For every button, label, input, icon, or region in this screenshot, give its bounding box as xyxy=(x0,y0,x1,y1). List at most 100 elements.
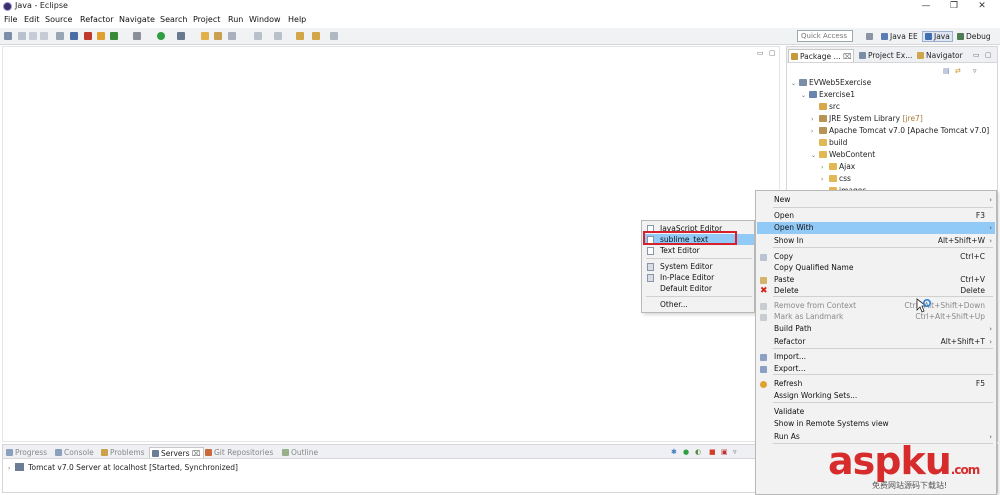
tree-item-apache-tomcat-v7-0-apache-tomcat-v7-0[interactable]: › Apache Tomcat v7.0 [Apache Tomcat v7.0] xyxy=(811,125,989,136)
forward-icon[interactable] xyxy=(312,32,320,40)
minimize-view-icon[interactable]: ▭ xyxy=(757,49,764,57)
server-profile-icon[interactable]: ◐ xyxy=(695,448,701,456)
minimize-view-icon[interactable]: ▭ xyxy=(973,51,980,59)
menu-edit[interactable]: Edit xyxy=(24,15,40,24)
tree-item-webcontent[interactable]: ⌄ WebContent xyxy=(811,149,875,160)
maximize-view-icon[interactable]: ▢ xyxy=(769,49,776,57)
menu-item-new[interactable]: New › xyxy=(757,194,995,206)
toggle-mark-icon[interactable] xyxy=(254,32,262,40)
server-debug-icon[interactable]: ✱ xyxy=(671,448,677,456)
maximize-view-icon[interactable]: ▢ xyxy=(985,51,992,59)
new-icon[interactable] xyxy=(4,32,12,40)
tree-item-exercise1[interactable]: ⌄ Exercise1 xyxy=(801,89,855,100)
menu-window[interactable]: Window xyxy=(249,15,281,24)
menu-item-copy-qualified-name[interactable]: Copy Qualified Name xyxy=(757,262,995,274)
submenu-item-default-editor[interactable]: Default Editor xyxy=(643,283,754,294)
menu-item-refactor[interactable]: Refactor Alt+Shift+T › xyxy=(757,336,995,348)
close-tab-icon[interactable]: ⌧ xyxy=(192,449,201,458)
tree-item-build[interactable]: build xyxy=(811,137,847,148)
menu-refactor[interactable]: Refactor xyxy=(80,15,114,24)
expand-icon[interactable]: › xyxy=(8,465,10,472)
tree-item-ajax[interactable]: › Ajax xyxy=(821,161,855,172)
submenu-item-text-editor[interactable]: Text Editor xyxy=(643,245,754,256)
search-icon[interactable] xyxy=(228,32,236,40)
menu-item-open-with[interactable]: Open With › xyxy=(757,222,995,234)
submenu-item-in-place-editor[interactable]: In-Place Editor xyxy=(643,272,754,283)
quick-access-input[interactable]: Quick Access xyxy=(797,30,853,42)
submenu-item-other[interactable]: Other... xyxy=(643,299,754,310)
menu-source[interactable]: Source xyxy=(45,15,72,24)
expanded-icon[interactable]: ⌄ xyxy=(791,78,799,89)
debug-icon[interactable] xyxy=(133,32,141,40)
tab-problems[interactable]: Problems xyxy=(101,447,145,458)
server-publish-icon[interactable]: ▣ xyxy=(721,448,728,456)
menu-item-build-path[interactable]: Build Path › xyxy=(757,323,995,335)
view-menu-icon[interactable]: ▿ xyxy=(733,448,737,456)
menu-run[interactable]: Run xyxy=(228,15,243,24)
tree-item-css[interactable]: › css xyxy=(821,173,851,184)
expanded-icon[interactable]: ⌄ xyxy=(811,150,819,161)
expanded-icon[interactable]: ⌄ xyxy=(801,90,809,101)
menu-item-show-in[interactable]: Show In Alt+Shift+W › xyxy=(757,235,995,247)
tab-project-explorer[interactable]: Project Ex... xyxy=(857,49,913,62)
menu-project[interactable]: Project xyxy=(193,15,220,24)
perspective-debug[interactable]: Debug xyxy=(955,31,993,42)
perspective-java-ee[interactable]: Java EE xyxy=(879,31,920,42)
pin-icon[interactable] xyxy=(330,32,338,40)
collapsed-icon[interactable]: › xyxy=(811,126,819,137)
back-icon[interactable] xyxy=(296,32,304,40)
build-icon[interactable] xyxy=(56,32,64,40)
tab-servers[interactable]: Servers ⌧ xyxy=(149,447,204,458)
collapsed-icon[interactable]: › xyxy=(821,174,829,185)
new-java-project-icon[interactable] xyxy=(97,32,105,40)
menu-item-validate[interactable]: Validate xyxy=(757,406,995,418)
open-task-icon[interactable] xyxy=(214,32,222,40)
menu-file[interactable]: File xyxy=(4,15,17,24)
collapsed-icon[interactable]: › xyxy=(821,162,829,173)
view-menu-icon[interactable]: ▿ xyxy=(973,67,977,75)
server-icon[interactable] xyxy=(70,32,78,40)
external-tools-icon[interactable] xyxy=(177,32,185,40)
close-button[interactable]: ✕ xyxy=(968,0,996,13)
open-type-icon[interactable] xyxy=(201,32,209,40)
tab-git-repositories[interactable]: Git Repositories xyxy=(205,447,273,458)
submenu-item-system-editor[interactable]: System Editor xyxy=(643,261,754,272)
next-annotation-icon[interactable] xyxy=(274,32,282,40)
server-stop-icon[interactable]: ■ xyxy=(709,448,716,456)
menu-item-assign-working-sets[interactable]: Assign Working Sets... xyxy=(757,390,995,402)
menu-item-import[interactable]: Import... xyxy=(757,351,995,363)
tab-package-explorer[interactable]: Package ... ⌧ xyxy=(788,49,854,62)
tree-item-evweb5exercise[interactable]: ⌄ EVWeb5Exercise xyxy=(791,77,871,88)
tree-item-label: WebContent xyxy=(829,150,876,159)
menu-item-show-in-remote-systems-view[interactable]: Show in Remote Systems view xyxy=(757,418,995,430)
tab-navigator[interactable]: Navigator xyxy=(915,49,967,62)
tab-console[interactable]: Console xyxy=(55,447,94,458)
tree-item-jre-system-library[interactable]: › JRE System Library [jre7] xyxy=(811,113,923,124)
menu-item-refresh[interactable]: Refresh F5 xyxy=(757,378,995,390)
new-package-icon[interactable] xyxy=(110,32,118,40)
server-row[interactable]: › Tomcat v7.0 Server at localhost [Start… xyxy=(8,462,238,473)
menu-navigate[interactable]: Navigate xyxy=(119,15,155,24)
tab-outline[interactable]: Outline xyxy=(282,447,318,458)
tab-progress[interactable]: Progress xyxy=(6,447,47,458)
link-editor-icon[interactable]: ⇄ xyxy=(955,67,961,75)
server-start-icon[interactable]: ● xyxy=(683,448,689,456)
menu-search[interactable]: Search xyxy=(160,15,187,24)
collapse-all-icon[interactable]: ▤ xyxy=(943,67,950,75)
menu-item-open[interactable]: Open F3 xyxy=(757,210,995,222)
perspective-java[interactable]: Java xyxy=(922,31,953,42)
open-perspective-icon[interactable] xyxy=(864,31,877,42)
save-icon[interactable] xyxy=(18,32,26,40)
collapsed-icon[interactable]: › xyxy=(811,114,819,125)
save-all-icon[interactable] xyxy=(29,32,37,40)
print-icon[interactable] xyxy=(40,32,48,40)
menu-help[interactable]: Help xyxy=(288,15,306,24)
tree-item-src[interactable]: src xyxy=(811,101,840,112)
close-tab-icon[interactable]: ⌧ xyxy=(843,52,852,61)
menu-item-export[interactable]: Export... xyxy=(757,363,995,375)
menu-item-delete[interactable]: ✖ Delete Delete xyxy=(757,285,995,297)
run-icon[interactable] xyxy=(157,32,165,40)
skip-breakpoints-icon[interactable] xyxy=(84,32,92,40)
maximize-button[interactable]: ❐ xyxy=(940,0,968,13)
minimize-button[interactable]: — xyxy=(912,0,940,13)
